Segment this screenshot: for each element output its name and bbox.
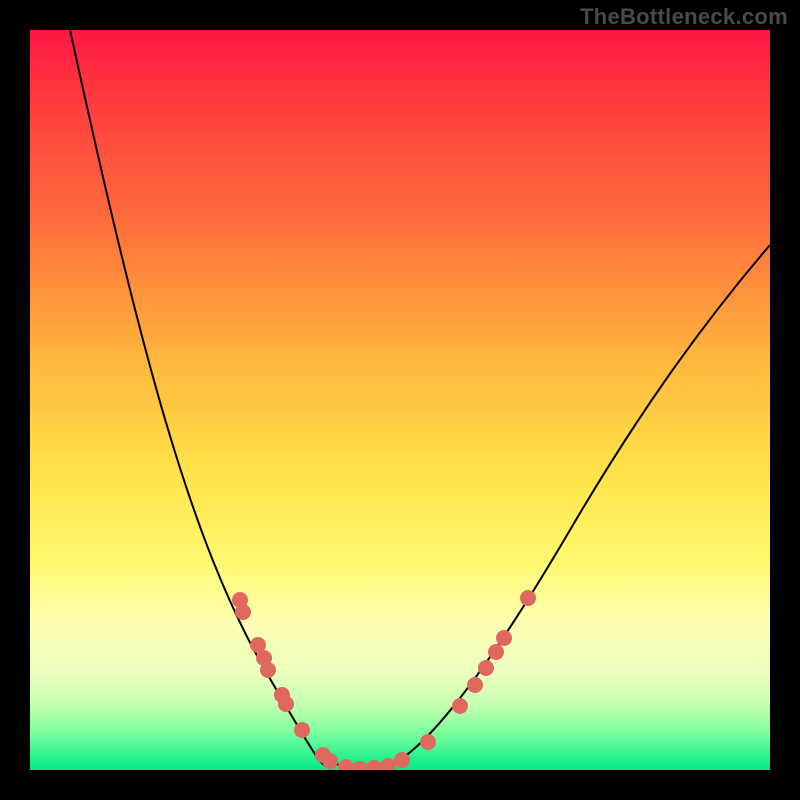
- data-point-15: [420, 734, 436, 750]
- data-point-17: [467, 677, 483, 693]
- data-point-13: [380, 758, 396, 770]
- data-point-16: [452, 698, 468, 714]
- curve-right-branch: [390, 245, 770, 765]
- curve-overlay: [30, 30, 770, 770]
- data-point-12: [366, 760, 382, 770]
- data-point-7: [294, 722, 310, 738]
- data-point-6: [278, 696, 294, 712]
- watermark-text: TheBottleneck.com: [580, 4, 788, 30]
- data-point-14: [394, 752, 410, 768]
- data-point-10: [338, 759, 354, 770]
- data-point-21: [520, 590, 536, 606]
- data-point-4: [260, 662, 276, 678]
- data-point-1: [235, 604, 251, 620]
- data-point-20: [496, 630, 512, 646]
- data-point-9: [322, 753, 338, 769]
- curve-left-branch: [70, 30, 340, 766]
- data-point-18: [478, 660, 494, 676]
- data-point-19: [488, 644, 504, 660]
- data-point-11: [352, 761, 368, 770]
